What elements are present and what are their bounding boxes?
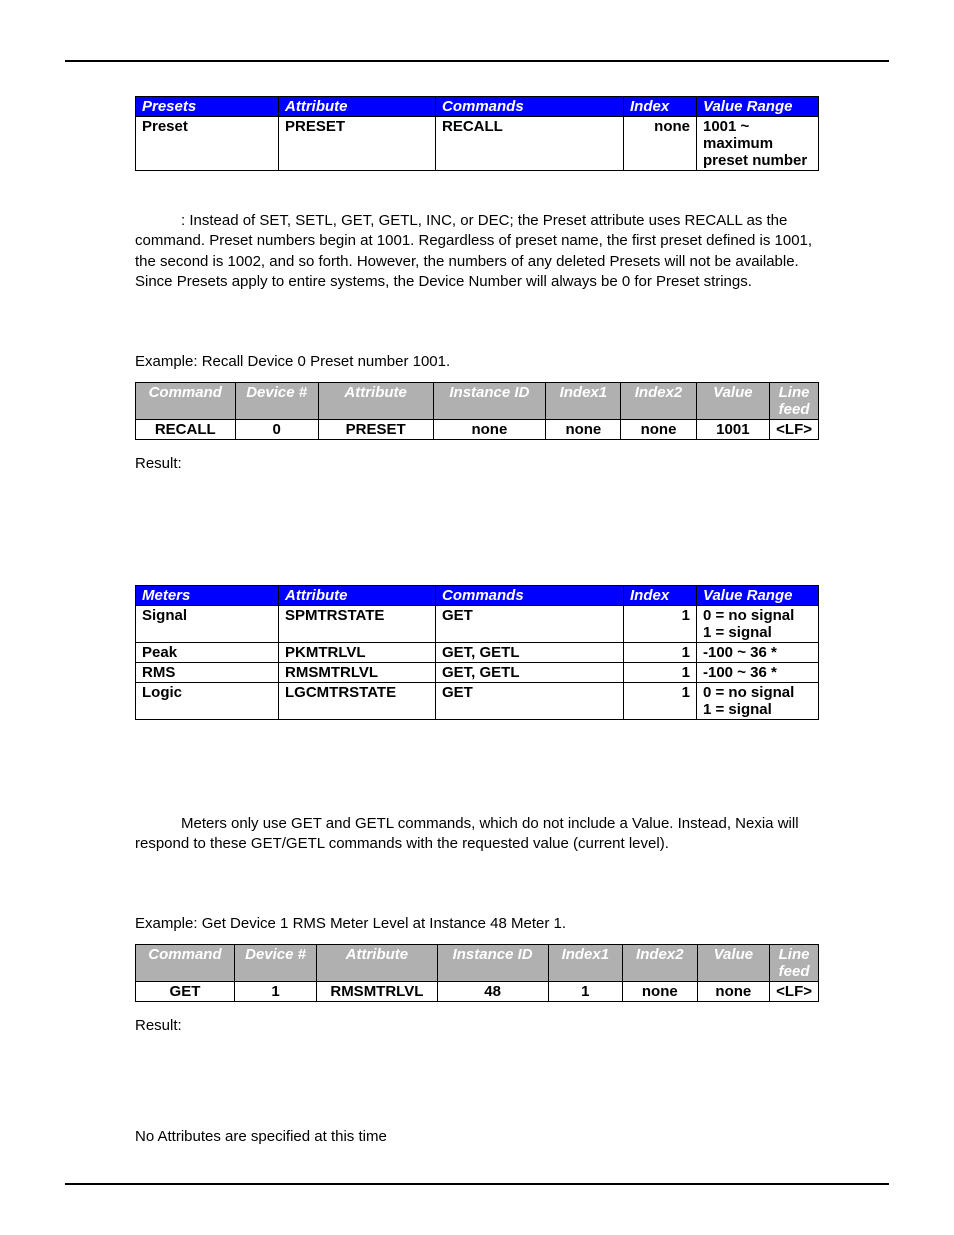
meters-cmd-col3: 48 — [437, 982, 548, 1002]
cmd-header-attribute: Attribute — [318, 383, 433, 420]
presets-cmd-col4: none — [546, 420, 621, 440]
presets-header-commands: Commands — [436, 97, 624, 117]
cmd-header-command: Command — [136, 383, 236, 420]
presets-note: : Instead of SET, SETL, GET, GETL, INC, … — [135, 211, 819, 292]
meters-header-valuerange: Value Range — [697, 585, 819, 605]
meters-row3-col4: 0 = no signal 1 = signal — [697, 682, 819, 719]
cmd2-header-index1: Index1 — [548, 945, 622, 982]
cmd-header-index2: Index2 — [621, 383, 696, 420]
cmd-header-instance: Instance ID — [433, 383, 546, 420]
cmd2-header-instance: Instance ID — [437, 945, 548, 982]
presets-header-presets: Presets — [136, 97, 279, 117]
bottom-rule — [65, 1183, 889, 1185]
presets-header-valuerange: Value Range — [697, 97, 819, 117]
meters-row0-col4: 0 = no signal 1 = signal — [697, 605, 819, 642]
meters-row0-col3: 1 — [624, 605, 697, 642]
meters-header-commands: Commands — [436, 585, 624, 605]
cmd2-header-linefeed: Line feed — [770, 945, 819, 982]
meters-row3-col3: 1 — [624, 682, 697, 719]
presets-header-attribute: Attribute — [279, 97, 436, 117]
meters-cmd-col7: <LF> — [770, 982, 819, 1002]
presets-result-label: Result: — [135, 454, 819, 474]
presets-cmd-col7: <LF> — [770, 420, 819, 440]
no-attributes-text: No Attributes are specified at this time — [135, 1127, 819, 1147]
presets-cmd-col6: 1001 — [696, 420, 770, 440]
presets-cmd-col1: 0 — [235, 420, 318, 440]
meters-row1-col0: Peak — [136, 642, 279, 662]
meters-row0-col1: SPMTRSTATE — [279, 605, 436, 642]
presets-cmd-col5: none — [621, 420, 696, 440]
meters-cmd-col6: none — [697, 982, 770, 1002]
presets-table: Presets Attribute Commands Index Value R… — [135, 96, 819, 171]
meters-row0-col0: Signal — [136, 605, 279, 642]
cmd-header-index1: Index1 — [546, 383, 621, 420]
presets-header-index: Index — [624, 97, 697, 117]
meters-result-label: Result: — [135, 1016, 819, 1036]
meters-header-meters: Meters — [136, 585, 279, 605]
meters-note: Meters only use GET and GETL commands, w… — [135, 814, 819, 855]
meters-row2-col3: 1 — [624, 662, 697, 682]
presets-row0-col2: RECALL — [436, 117, 624, 171]
meters-row3-col2: GET — [436, 682, 624, 719]
presets-row0-col1: PRESET — [279, 117, 436, 171]
cmd2-header-attribute: Attribute — [317, 945, 437, 982]
meters-cmd-col0: GET — [136, 982, 235, 1002]
cmd2-header-command: Command — [136, 945, 235, 982]
meters-row1-col4: -100 ~ 36 * — [697, 642, 819, 662]
meters-header-index: Index — [624, 585, 697, 605]
meters-cmd-col2: RMSMTRLVL — [317, 982, 437, 1002]
meters-row3-col0: Logic — [136, 682, 279, 719]
cmd2-header-index2: Index2 — [623, 945, 697, 982]
top-rule — [65, 60, 889, 62]
presets-cmd-col3: none — [433, 420, 546, 440]
meters-table: Meters Attribute Commands Index Value Ra… — [135, 585, 819, 720]
meters-row1-col2: GET, GETL — [436, 642, 624, 662]
presets-cmd-col0: RECALL — [136, 420, 236, 440]
presets-command-table: Command Device # Attribute Instance ID I… — [135, 382, 819, 440]
presets-cmd-col2: PRESET — [318, 420, 433, 440]
meters-row2-col4: -100 ~ 36 * — [697, 662, 819, 682]
meters-header-attribute: Attribute — [279, 585, 436, 605]
meters-row2-col0: RMS — [136, 662, 279, 682]
cmd-header-device: Device # — [235, 383, 318, 420]
meters-cmd-col1: 1 — [234, 982, 316, 1002]
meters-row1-col3: 1 — [624, 642, 697, 662]
meters-cmd-col4: 1 — [548, 982, 622, 1002]
presets-example-label: Example: Recall Device 0 Preset number 1… — [135, 352, 819, 372]
presets-row0-col0: Preset — [136, 117, 279, 171]
presets-row0-col3: none — [624, 117, 697, 171]
cmd-header-value: Value — [696, 383, 770, 420]
cmd2-header-device: Device # — [234, 945, 316, 982]
meters-row2-col1: RMSMTRLVL — [279, 662, 436, 682]
meters-row0-col2: GET — [436, 605, 624, 642]
cmd2-header-value: Value — [697, 945, 770, 982]
meters-example-label: Example: Get Device 1 RMS Meter Level at… — [135, 914, 819, 934]
presets-row0-col4: 1001 ~ maximum preset number — [697, 117, 819, 171]
meters-cmd-col5: none — [623, 982, 697, 1002]
meters-row3-col1: LGCMTRSTATE — [279, 682, 436, 719]
meters-command-table: Command Device # Attribute Instance ID I… — [135, 944, 819, 1002]
cmd-header-linefeed: Line feed — [770, 383, 819, 420]
meters-row1-col1: PKMTRLVL — [279, 642, 436, 662]
meters-row2-col2: GET, GETL — [436, 662, 624, 682]
